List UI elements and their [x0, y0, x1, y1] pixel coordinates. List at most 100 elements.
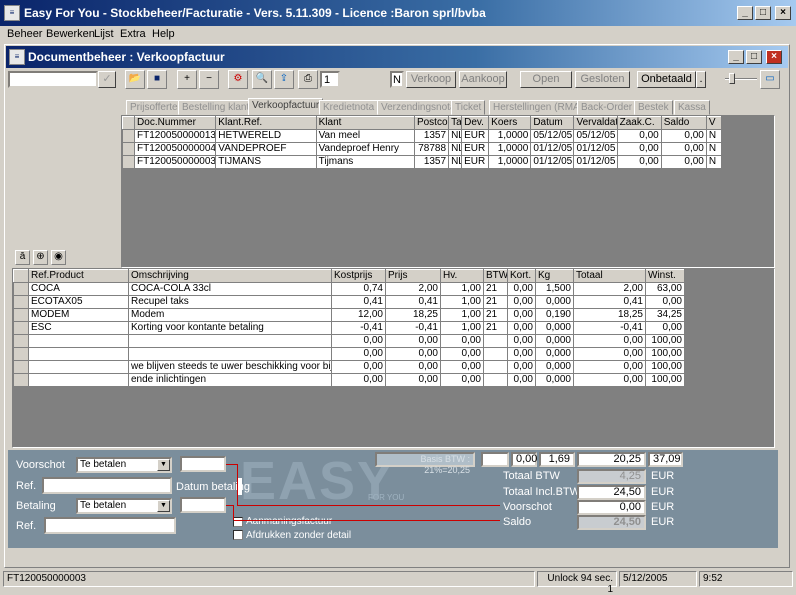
menu-extra[interactable]: Extra [120, 28, 146, 40]
search-button[interactable]: ✓ [98, 71, 116, 88]
table-cell[interactable]: 1,0000 [488, 129, 532, 143]
extra-button[interactable]: . [696, 71, 706, 88]
table-cell[interactable]: FT120050000013 [134, 129, 217, 143]
table-cell[interactable] [28, 373, 129, 387]
table-cell[interactable]: 1357 [413, 155, 450, 169]
table-cell[interactable]: N [705, 155, 723, 169]
row-selector[interactable] [13, 334, 29, 348]
table-cell[interactable]: 0,000 [535, 360, 574, 374]
onbetaald-button[interactable]: Onbetaald [637, 71, 696, 88]
table-cell[interactable]: 0,00 [645, 321, 685, 335]
table-row[interactable]: 0,00 0,00 0,00 0,00 0,000 0,00 100,00 [13, 347, 685, 361]
table-cell[interactable]: 0,00 [660, 142, 707, 156]
table-cell[interactable] [483, 373, 508, 387]
table-cell[interactable]: EUR [461, 155, 490, 169]
table-cell[interactable]: VANDEPROEF [215, 142, 317, 156]
tab-herstellingen[interactable]: Herstellingen (RMA) [489, 100, 588, 115]
table-cell[interactable]: 0,000 [535, 334, 574, 348]
betaling-select[interactable]: Te betalen ▼ [76, 498, 172, 514]
table-cell[interactable]: 1,500 [535, 282, 574, 296]
open-button[interactable]: Open [520, 71, 572, 88]
table-cell[interactable]: NL [448, 142, 463, 156]
aanmaning-checkbox[interactable] [233, 517, 243, 527]
table-cell[interactable]: 0,00 [440, 334, 484, 348]
table-cell[interactable] [483, 360, 508, 374]
table-cell[interactable]: 1,00 [440, 282, 484, 296]
ref2-field[interactable] [44, 517, 176, 534]
table-cell[interactable]: -0,41 [331, 321, 386, 335]
table-cell[interactable]: Modem [128, 308, 332, 322]
link-icon[interactable]: ⊕ [33, 250, 48, 265]
col-hv[interactable]: Hv. [440, 269, 484, 283]
table-cell[interactable]: 0,00 [440, 347, 484, 361]
table-cell[interactable]: 0,00 [616, 155, 662, 169]
table-row[interactable]: FT120050000013HETWERELDVan meel1357NLEUR… [122, 129, 723, 143]
ref-field[interactable] [42, 477, 172, 494]
table-cell[interactable]: 100,00 [645, 373, 685, 387]
table-cell[interactable]: 63,00 [645, 282, 685, 296]
verkoop-button[interactable]: Verkoop [406, 71, 456, 88]
table-row[interactable]: we blijven steeds te uwer beschikking vo… [13, 360, 685, 374]
col-koers[interactable]: Koers [488, 116, 532, 130]
col-saldo[interactable]: Saldo [660, 116, 707, 130]
gesloten-button[interactable]: Gesloten [575, 71, 630, 88]
row-selector[interactable] [13, 295, 29, 309]
globe-icon[interactable]: ◉ [51, 250, 66, 265]
table-cell[interactable]: EUR [461, 129, 490, 143]
col-vervaldatum[interactable]: Vervaldat [573, 116, 618, 130]
table-row[interactable]: FT120050000004 VANDEPROEF Vandeproef Henry… [122, 142, 723, 156]
tab-back-order[interactable]: Back-Order [577, 100, 637, 115]
row-selector[interactable] [13, 360, 29, 374]
table-cell[interactable]: FT120050000004 [134, 142, 217, 156]
table-cell[interactable]: 18,25 [385, 308, 441, 322]
table-cell[interactable]: 01/12/05 [573, 155, 618, 169]
table-cell[interactable]: 0,74 [331, 282, 386, 296]
table-cell[interactable]: 0,00 [616, 129, 662, 143]
table-cell[interactable]: 0,00 [331, 334, 386, 348]
col-v[interactable]: V [705, 116, 723, 130]
delete-document-icon[interactable]: − [199, 70, 219, 89]
table-cell[interactable]: 0,00 [385, 347, 441, 361]
table-cell[interactable]: 100,00 [645, 347, 685, 361]
table-cell[interactable]: 1,00 [440, 295, 484, 309]
col-prijs[interactable]: Prijs [385, 269, 441, 283]
table-cell[interactable]: 0,41 [385, 295, 441, 309]
table-cell[interactable]: 01/12/05 [573, 142, 618, 156]
table-cell[interactable]: 0,00 [573, 373, 646, 387]
doc-close-button[interactable]: × [766, 50, 782, 64]
row-selector[interactable] [13, 308, 29, 322]
search-input[interactable] [8, 71, 98, 88]
export-icon[interactable]: ⇪ [274, 70, 294, 89]
table-cell[interactable]: 0,00 [507, 373, 536, 387]
table-cell[interactable]: 0,00 [507, 308, 536, 322]
col-totaal[interactable]: Totaal [573, 269, 646, 283]
print-preview-icon[interactable]: 🔍 [252, 70, 272, 89]
afdrukken-checkbox[interactable] [233, 530, 243, 540]
table-cell[interactable]: 34,25 [645, 308, 685, 322]
table-cell[interactable]: 0,00 [645, 295, 685, 309]
table-cell[interactable]: 0,41 [331, 295, 386, 309]
table-cell[interactable]: 0,00 [440, 360, 484, 374]
table-cell[interactable]: 01/12/05 [530, 155, 575, 169]
table-cell[interactable]: 1,0000 [488, 142, 532, 156]
save-icon[interactable]: ■ [147, 70, 167, 89]
doc-maximize-button[interactable]: □ [746, 50, 762, 64]
new-document-icon[interactable]: + [177, 70, 197, 89]
table-cell[interactable]: 21 [483, 321, 508, 335]
betaling-amount-field[interactable] [180, 497, 226, 513]
voorschot-amount-field[interactable] [180, 456, 226, 472]
table-cell[interactable] [128, 347, 332, 361]
table-cell[interactable]: 01/12/05 [530, 142, 575, 156]
monitor-icon[interactable]: ▭ [760, 70, 780, 89]
tab-prijsofferte[interactable]: Prijsofferte [126, 100, 182, 115]
table-cell[interactable]: 0,00 [385, 334, 441, 348]
table-cell[interactable]: EUR [461, 142, 490, 156]
col-winst[interactable]: Winst. [645, 269, 685, 283]
table-cell[interactable]: N [705, 129, 723, 143]
tab-bestek[interactable]: Bestek [634, 100, 673, 115]
col-klant-ref[interactable]: Klant.Ref. [215, 116, 317, 130]
tab-verkoopfactuur[interactable]: Verkoopfactuur [248, 98, 324, 116]
table-cell[interactable]: -0,41 [573, 321, 646, 335]
table-cell[interactable] [28, 347, 129, 361]
col-doc-nummer[interactable]: Doc.Nummer [134, 116, 217, 130]
